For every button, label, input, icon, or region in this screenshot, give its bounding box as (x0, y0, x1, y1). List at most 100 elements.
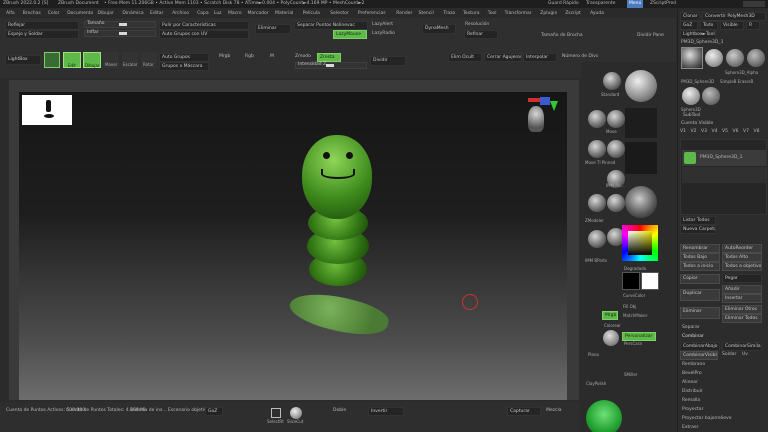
dynamesh-button[interactable]: DynaMesh (422, 24, 456, 34)
doble-label[interactable]: Doble (333, 408, 346, 413)
draw-mode-button[interactable]: Edit (63, 52, 81, 68)
separar-section[interactable]: Separar (682, 325, 700, 330)
menu-item[interactable]: Material (275, 11, 293, 16)
menu-item[interactable]: Color (48, 11, 60, 16)
tamano-brocha-label[interactable]: Tamaño de Brocha (541, 33, 583, 38)
visibility-tab[interactable]: V3 (701, 129, 707, 134)
brush-standard-icon[interactable] (603, 72, 621, 90)
distribuir-section[interactable]: Distribuir (682, 389, 703, 394)
leaf-model[interactable] (286, 285, 392, 343)
visibility-tab[interactable]: V8 (754, 129, 760, 134)
capturar-button[interactable]: Capturar (507, 407, 541, 416)
menu-item[interactable]: Marcador (248, 11, 269, 16)
auto-grupos-uv-button[interactable]: Auto Grupos con UV (159, 30, 249, 39)
lazy-alert-label[interactable]: LazyAlert (372, 22, 393, 27)
tool-thumb-sphere3d[interactable] (682, 87, 700, 105)
menu-item[interactable]: Luz (214, 11, 222, 16)
combinar-similar-button[interactable]: CombinarSimilar (722, 342, 762, 351)
brush-move-icon[interactable] (607, 110, 625, 128)
zscript-pred[interactable]: ZScriptPred (650, 1, 676, 6)
brush-clay-icon[interactable] (588, 110, 606, 128)
eliminar-otros-button[interactable]: Eliminar Otros (722, 305, 762, 314)
combinar-abajo-button[interactable]: CombinarAbajo (680, 342, 720, 351)
eliminar-sub-button[interactable]: Eliminar (680, 307, 720, 319)
lazy-radio-label[interactable]: LazyRadio (372, 31, 395, 36)
mover-button[interactable]: Mover (103, 52, 119, 68)
menu-item[interactable]: Ayuda (590, 11, 604, 16)
escalar-button[interactable]: Escalar (122, 52, 138, 68)
select-rect-icon[interactable] (271, 408, 281, 418)
visibility-tab[interactable]: V1 (680, 129, 686, 134)
tool-thumb-active[interactable] (681, 47, 703, 69)
menu-item[interactable]: Capa (197, 11, 209, 16)
guard-rapido[interactable]: Guard Rápido (548, 1, 579, 6)
visibility-tab[interactable]: V5 (722, 129, 728, 134)
proyectar-bajo-section[interactable]: Proyectar bajorrelieve (682, 416, 731, 421)
brush-mask-icon[interactable] (588, 230, 606, 248)
insertar-button[interactable]: Insertar (722, 294, 762, 303)
rgb-button[interactable]: Rgb (245, 54, 254, 59)
combinar-visible-button[interactable]: CombinarVisible (680, 351, 718, 360)
menu-item[interactable]: Render (396, 11, 412, 16)
menu-item[interactable]: Brochas (23, 11, 41, 16)
menu-item[interactable]: Transformar (505, 11, 532, 16)
fill-obj-label[interactable]: Fill Obj (623, 304, 636, 309)
subtool-item-active[interactable]: PM3D_Sphere3D_1 (682, 150, 766, 166)
dividir-pane-label[interactable]: Dividir Pane (637, 33, 664, 38)
navigation-sphere[interactable] (586, 400, 622, 432)
uv-toggle[interactable]: Uv (742, 352, 748, 357)
secondary-color-swatch[interactable] (641, 272, 659, 290)
menu-item[interactable]: Macro (228, 11, 242, 16)
listar-todos-button[interactable]: Listar Todos (680, 216, 716, 225)
menu-item[interactable]: Película (303, 11, 320, 16)
todos-objetivo-button[interactable]: Todos a objetivo (722, 262, 762, 271)
tool-thumb-alpha[interactable] (726, 49, 744, 67)
window-controls[interactable] (743, 1, 765, 7)
material-swatch[interactable] (603, 330, 619, 346)
menu-item[interactable]: Zplugin (540, 11, 557, 16)
alinear-section[interactable]: Alinear (682, 380, 698, 385)
matchmaker-label[interactable]: MatchMaker (623, 313, 647, 318)
visibility-tab[interactable]: V7 (743, 129, 749, 134)
pegar-button[interactable]: Pegar (722, 274, 762, 283)
transparente-button[interactable]: Transparente (586, 1, 615, 6)
texture-preview[interactable] (625, 142, 657, 174)
lazymouse-button[interactable]: LazyMouse (333, 30, 367, 39)
edit-mode-button[interactable] (44, 52, 60, 68)
brush-zmodeler-icon[interactable] (588, 194, 606, 212)
visibility-tab[interactable]: V2 (691, 129, 697, 134)
autoreorder-button[interactable]: AutoReorder (722, 244, 762, 253)
alpha-sphere-preview[interactable] (625, 186, 657, 218)
mrgb-toggle[interactable]: Mrgb (602, 311, 618, 320)
invertir-button[interactable]: Invertir (368, 407, 404, 416)
tamano-slider[interactable]: Tamaño (84, 21, 156, 28)
personalizar-button[interactable]: Personalizar (622, 332, 656, 341)
espejo-button[interactable]: Espejo y Soldar (5, 30, 79, 39)
slicecut-icon[interactable] (290, 407, 302, 419)
menu-item[interactable]: Archivo (172, 11, 189, 16)
interpolar-button[interactable]: Interpolar (523, 53, 557, 62)
reflejar-button[interactable]: Reflejar (5, 21, 79, 30)
m-button[interactable]: M (270, 54, 274, 59)
menu-item[interactable]: Zscript (565, 11, 581, 16)
goz-bottom-button[interactable]: GoZ (205, 407, 223, 416)
menu-item[interactable]: Editar (150, 11, 163, 16)
copiar-button[interactable]: Copiar (680, 274, 720, 284)
cerrar-agujeros-button[interactable]: Cerrar Agujeros (484, 53, 522, 62)
rotar-button[interactable]: Rotar (141, 52, 157, 68)
brush-dam-icon[interactable] (607, 194, 625, 212)
extraer-section[interactable]: Extraer (682, 425, 699, 430)
convertir-polymesh-button[interactable]: Convertir PolyMesh3D (702, 12, 766, 21)
viewport-canvas[interactable] (19, 92, 567, 400)
tool-thumb-eraser[interactable] (747, 49, 765, 67)
r-button[interactable]: R (746, 21, 760, 30)
stroke-dots-icon[interactable] (625, 108, 657, 138)
grupos-mascara-button[interactable]: Grupos x Máscara (159, 62, 209, 71)
eliminar-todos-button[interactable]: Eliminar Todos (722, 314, 762, 323)
menu-item[interactable]: Dinámica (122, 11, 143, 16)
subtool-header[interactable]: SubTool (683, 113, 700, 118)
combinar-section[interactable]: Combinar (682, 334, 704, 339)
todos-inicio-button[interactable]: Todos a inicio (680, 262, 720, 271)
menu-item[interactable]: Stencil (419, 11, 434, 16)
menu-item[interactable]: Tool (488, 11, 497, 16)
